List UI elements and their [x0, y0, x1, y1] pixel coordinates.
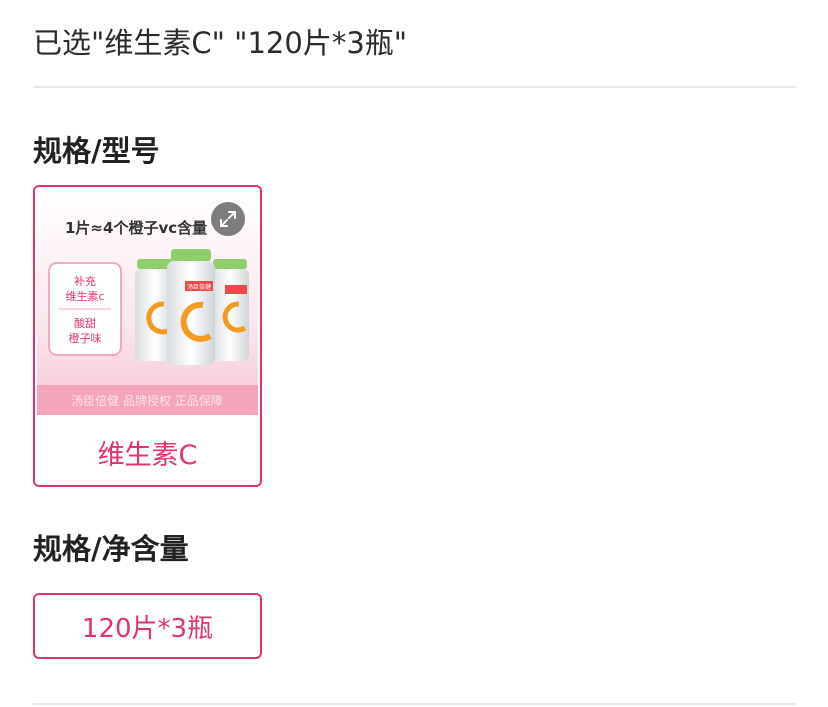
badge-bottom-line1: 酸甜: [74, 316, 96, 330]
option-card-vitamin-c[interactable]: 1片≈4个橙子vc含量 补充 维生素c 酸甜 橙子味 汤臣倍健 汤臣倍健 品牌授…: [33, 185, 262, 487]
badge-bottom-line2: 橙子味: [69, 331, 102, 345]
section-title-size: 规格/净含量: [33, 532, 189, 566]
badge-top-line1: 补充: [74, 274, 96, 288]
bottle-tag: 汤臣倍健: [187, 283, 211, 291]
image-footer: 汤臣倍健 品牌授权 正品保障: [71, 393, 223, 408]
bottle-center: 汤臣倍健: [167, 249, 215, 365]
top-divider: [33, 86, 796, 88]
option-label: 维生素C: [97, 440, 198, 471]
option-card-120x3[interactable]: 120片*3瓶: [33, 593, 262, 659]
section-title-model: 规格/型号: [33, 134, 160, 168]
selected-summary: 已选"维生素C" "120片*3瓶": [33, 26, 408, 60]
expand-image-button[interactable]: [211, 202, 245, 236]
badge-top-line2: 维生素c: [65, 289, 104, 303]
product-image: 1片≈4个橙子vc含量 补充 维生素c 酸甜 橙子味 汤臣倍健 汤臣倍健 品牌授…: [37, 189, 258, 415]
image-headline: 1片≈4个橙子vc含量: [65, 219, 207, 237]
expand-arrows-icon: [220, 211, 236, 227]
bottom-divider: [33, 703, 796, 705]
option-label: 120片*3瓶: [81, 613, 214, 644]
bottle-right: [211, 259, 249, 361]
